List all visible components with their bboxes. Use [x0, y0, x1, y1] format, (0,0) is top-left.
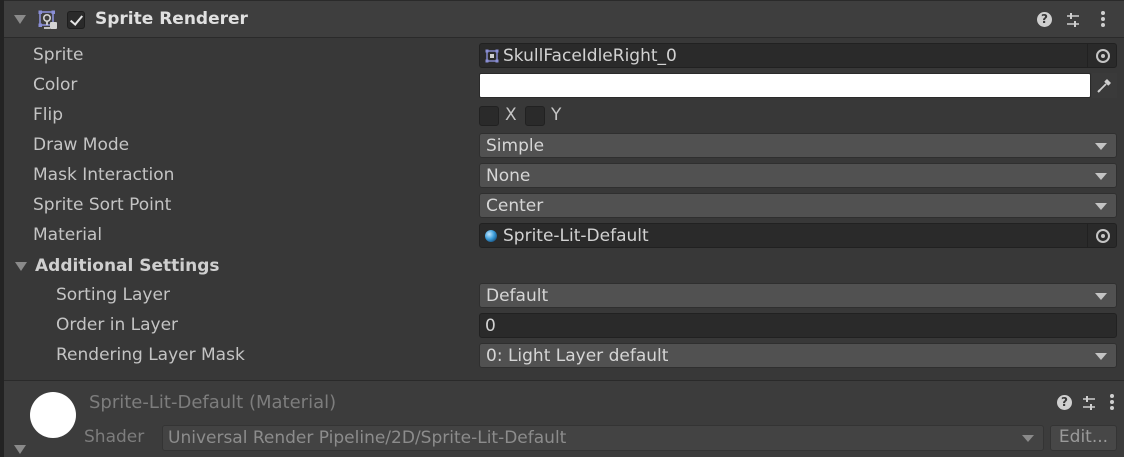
mask-interaction-value: None	[486, 166, 531, 186]
shader-label: Shader	[84, 427, 145, 447]
sprite-field[interactable]: SkullFaceIdleRight_0	[479, 43, 1117, 68]
sprite-object-picker[interactable]	[1087, 44, 1116, 67]
material-value: Sprite-Lit-Default	[503, 226, 649, 246]
component-title: Sprite Renderer	[95, 9, 248, 29]
sorting-layer-value: Default	[486, 286, 549, 306]
sorting-layer-label: Sorting Layer	[56, 285, 170, 305]
material-sphere-icon	[485, 230, 497, 242]
order-in-layer-label: Order in Layer	[56, 315, 179, 335]
sprite-sort-point-label: Sprite Sort Point	[33, 195, 172, 215]
color-label: Color	[33, 75, 78, 95]
fold-arrow-icon[interactable]	[14, 15, 26, 24]
shader-edit-button[interactable]: Edit...	[1050, 425, 1117, 451]
help-icon[interactable]: ?	[1037, 12, 1052, 27]
object-picker-icon	[1096, 49, 1110, 63]
material-field[interactable]: Sprite-Lit-Default	[479, 223, 1117, 248]
material-fold-icon[interactable]	[14, 445, 26, 454]
flip-x-label: X	[505, 105, 517, 125]
more-menu-icon[interactable]	[1101, 11, 1105, 29]
flip-y-label: Y	[551, 105, 562, 125]
draw-mode-dropdown[interactable]: Simple	[479, 133, 1117, 158]
inspector-panel: Sprite Renderer ? Sprite SkullFaceIdleRi…	[0, 0, 1124, 457]
flip-y-checkbox[interactable]	[525, 106, 545, 126]
presets-icon[interactable]	[1065, 12, 1081, 28]
shader-value: Universal Render Pipeline/2D/Sprite-Lit-…	[168, 428, 567, 448]
material-presets-icon[interactable]	[1081, 395, 1097, 411]
sprite-sort-point-value: Center	[486, 196, 544, 216]
material-section-title: Sprite-Lit-Default (Material)	[89, 392, 337, 413]
component-enabled-checkbox[interactable]	[67, 11, 85, 29]
dropdown-arrow-icon	[1095, 173, 1107, 180]
sprite-renderer-icon	[38, 10, 57, 29]
flip-x-checkbox[interactable]	[479, 106, 499, 126]
dropdown-arrow-icon	[1095, 293, 1107, 300]
dropdown-arrow-icon	[1095, 143, 1107, 150]
material-object-picker[interactable]	[1087, 224, 1116, 247]
dropdown-arrow-icon	[1095, 203, 1107, 210]
mask-interaction-label: Mask Interaction	[33, 165, 175, 185]
order-in-layer-value: 0	[485, 316, 496, 336]
material-label: Material	[33, 225, 103, 245]
sprite-label: Sprite	[33, 45, 84, 65]
mask-interaction-dropdown[interactable]: None	[479, 163, 1117, 188]
dropdown-arrow-icon	[1095, 353, 1107, 360]
sprite-value: SkullFaceIdleRight_0	[503, 46, 677, 66]
draw-mode-label: Draw Mode	[33, 135, 130, 155]
additional-settings-title[interactable]: Additional Settings	[35, 256, 220, 276]
sprite-asset-icon	[485, 49, 499, 63]
component-header[interactable]: Sprite Renderer ?	[4, 0, 1124, 38]
material-preview-sphere[interactable]	[30, 392, 76, 438]
eyedropper-button[interactable]	[1092, 73, 1117, 98]
draw-mode-value: Simple	[486, 136, 545, 156]
sprite-sort-point-dropdown[interactable]: Center	[479, 193, 1117, 218]
dropdown-arrow-icon	[1022, 435, 1034, 442]
additional-settings-fold-icon[interactable]	[15, 262, 27, 271]
rendering-layer-mask-dropdown[interactable]: 0: Light Layer default	[479, 343, 1117, 368]
sorting-layer-dropdown[interactable]: Default	[479, 283, 1117, 308]
flip-label: Flip	[33, 105, 64, 125]
rendering-layer-mask-value: 0: Light Layer default	[486, 346, 669, 366]
material-more-menu-icon[interactable]	[1110, 394, 1114, 412]
rendering-layer-mask-label: Rendering Layer Mask	[56, 345, 245, 365]
material-help-icon[interactable]: ?	[1057, 395, 1072, 410]
order-in-layer-input[interactable]: 0	[479, 313, 1117, 338]
shader-dropdown[interactable]: Universal Render Pipeline/2D/Sprite-Lit-…	[162, 425, 1044, 451]
color-swatch-field[interactable]	[479, 73, 1091, 98]
eyedropper-icon	[1097, 79, 1111, 93]
object-picker-icon	[1096, 229, 1110, 243]
